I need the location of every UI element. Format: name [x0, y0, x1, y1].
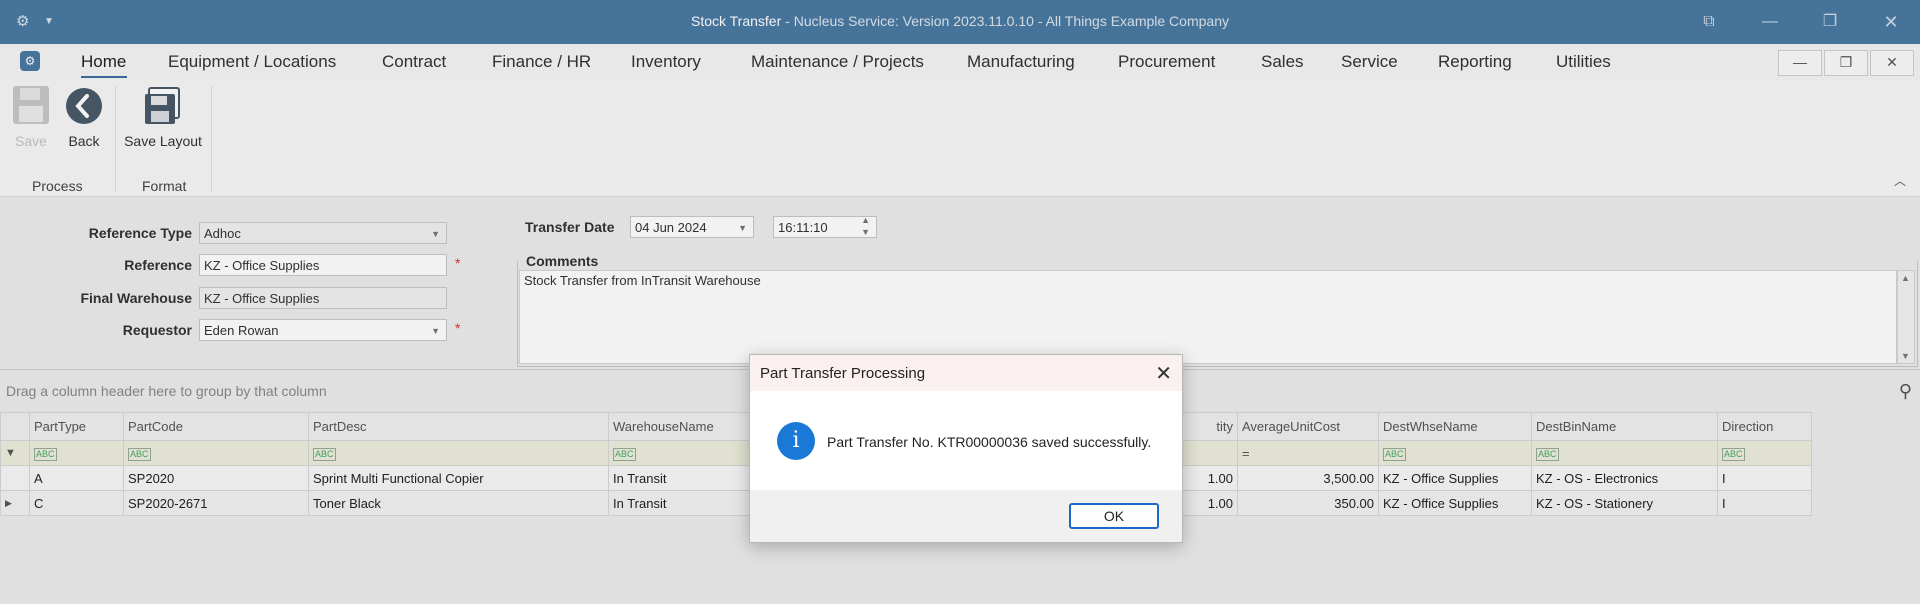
dialog-close-button[interactable]: ✕ [1155, 361, 1172, 386]
dialog-title: Part Transfer Processing [760, 365, 926, 382]
dialog-titlebar: Part Transfer Processing ✕ [750, 355, 1182, 391]
ok-button[interactable]: OK [1069, 503, 1159, 529]
message-dialog: Part Transfer Processing ✕ i Part Transf… [749, 354, 1183, 543]
info-icon: i [777, 422, 815, 460]
dialog-message: Part Transfer No. KTR00000036 saved succ… [827, 434, 1152, 450]
